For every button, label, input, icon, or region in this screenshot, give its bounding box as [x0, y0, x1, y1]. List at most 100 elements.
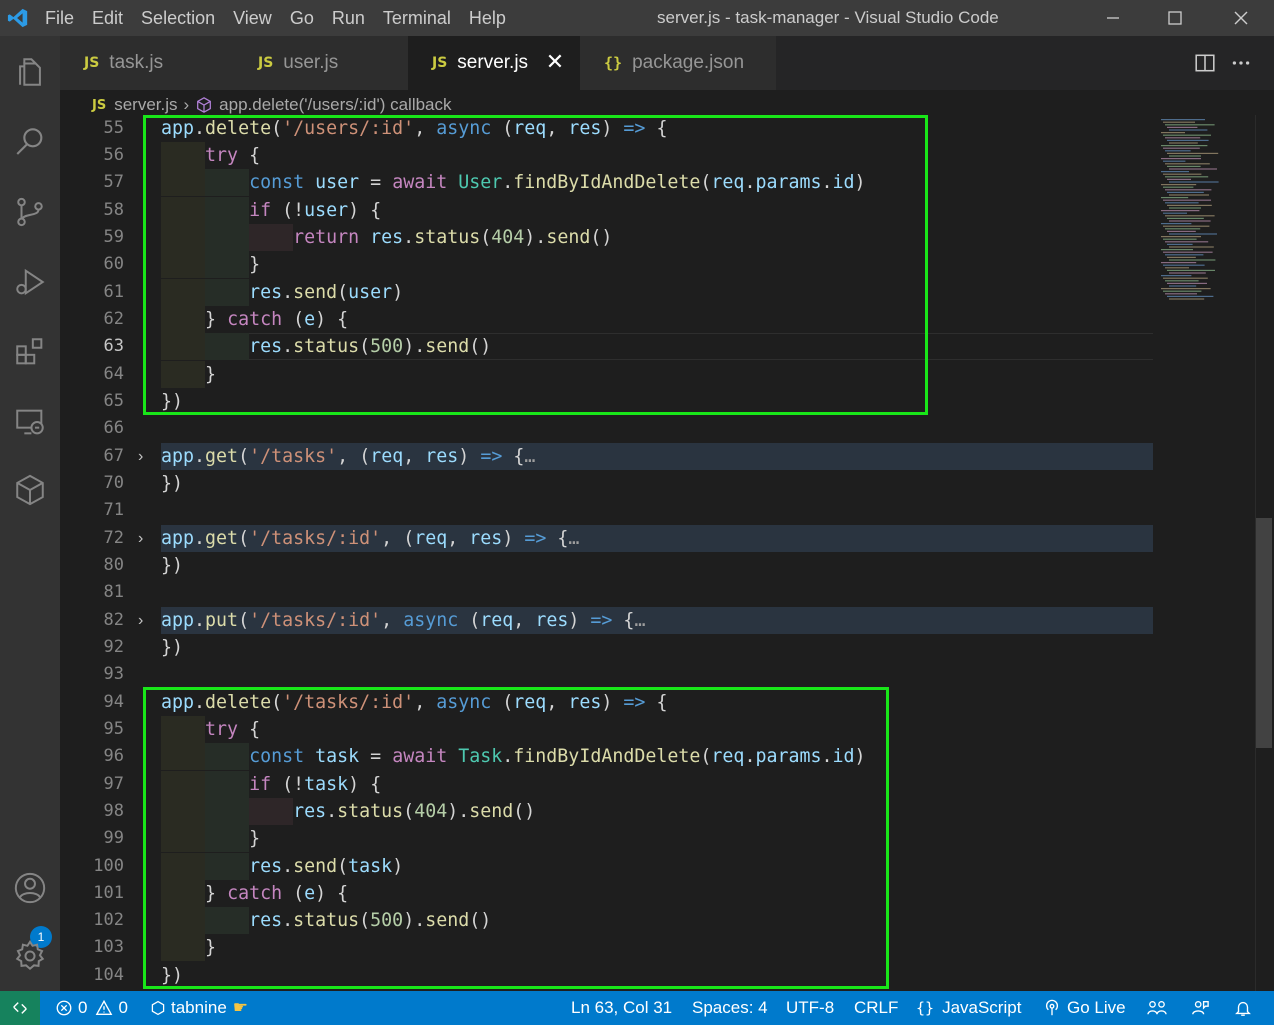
cursor-position[interactable]: Ln 63, Col 31 [571, 991, 672, 1025]
code-line[interactable]: 81 [60, 579, 1160, 606]
menu-go[interactable]: Go [281, 0, 323, 36]
tab-task-js[interactable]: JS task.js [60, 36, 234, 90]
manage-gear-icon[interactable] [0, 926, 60, 986]
source-control-icon[interactable] [0, 182, 60, 242]
tab-server-js[interactable]: JS server.js ✕ [408, 36, 580, 90]
hand-pointer-icon: ☛ [232, 998, 249, 1017]
minimap-line [1163, 277, 1208, 279]
remote-explorer-icon[interactable] [0, 392, 60, 452]
menu-run[interactable]: Run [323, 0, 374, 36]
tab-label: package.json [632, 52, 745, 73]
menu-edit[interactable]: Edit [83, 0, 132, 36]
go-live-button[interactable]: Go Live [1043, 991, 1126, 1025]
split-editor-icon[interactable] [1192, 50, 1218, 76]
close-tab-icon[interactable]: ✕ [544, 51, 566, 73]
minimap-line [1169, 246, 1214, 248]
maximize-button[interactable] [1142, 0, 1208, 36]
extensions-icon[interactable] [0, 322, 60, 382]
braces-icon: {} [916, 999, 935, 1017]
breadcrumb-symbol[interactable]: app.delete('/users/:id') callback [219, 95, 451, 115]
code-line[interactable]: 93 [60, 661, 1160, 688]
menu-selection[interactable]: Selection [132, 0, 224, 36]
minimap-line [1165, 228, 1201, 230]
explorer-icon[interactable] [0, 42, 60, 102]
code-line[interactable]: › 82 app.put('/tasks/:id', async (req, res… [60, 607, 1160, 634]
line-number: 58 [103, 200, 124, 220]
minimap-line [1167, 269, 1215, 271]
code-line[interactable]: › 72 app.get('/tasks/:id', (req, res) => {… [60, 525, 1160, 552]
minimap-line [1169, 272, 1206, 274]
encoding-status[interactable]: UTF-8 [786, 991, 834, 1025]
minimap-line [1169, 155, 1201, 157]
eol-status[interactable]: CRLF [854, 991, 898, 1025]
menu-view[interactable]: View [224, 0, 281, 36]
line-number: 64 [103, 364, 124, 384]
tabnine-status[interactable]: tabnine ☛ [150, 991, 248, 1025]
code-text: app.get('/tasks', (req, res) => {… [161, 446, 536, 467]
menu-bar: File Edit Selection View Go Run Terminal… [36, 0, 515, 36]
line-number: 65 [103, 391, 124, 411]
fold-expand-icon[interactable]: › [138, 607, 154, 634]
minimap-line [1163, 264, 1205, 266]
code-text: }) [161, 555, 184, 576]
minimap-line [1163, 134, 1211, 136]
minimap[interactable] [1157, 115, 1257, 315]
minimap-line [1165, 293, 1197, 295]
activity-bar: 1 [0, 36, 60, 991]
tab-user-js[interactable]: JS user.js [234, 36, 408, 90]
fold-expand-icon[interactable]: › [138, 525, 154, 552]
run-debug-icon[interactable] [0, 252, 60, 312]
minimap-line [1161, 145, 1208, 147]
code-line[interactable]: 80}) [60, 552, 1160, 579]
code-line[interactable]: 70}) [60, 470, 1160, 497]
minimap-line [1163, 147, 1200, 149]
minimap-line [1165, 241, 1209, 243]
minimap-line [1167, 178, 1191, 180]
accounts-icon[interactable] [0, 858, 60, 918]
minimap-line [1161, 158, 1201, 160]
minimap-line [1169, 259, 1216, 261]
minimap-line [1167, 204, 1212, 206]
code-line[interactable]: › 67 app.get('/tasks', (req, res) => {… [60, 443, 1160, 470]
minimap-line [1165, 163, 1210, 165]
minimap-line [1167, 152, 1219, 154]
minimap-line [1169, 142, 1198, 144]
minimap-line [1163, 290, 1202, 292]
menu-terminal[interactable]: Terminal [374, 0, 460, 36]
search-icon[interactable] [0, 112, 60, 172]
problems-indicator[interactable]: 0 0 [55, 991, 128, 1025]
error-count: 0 [78, 998, 88, 1017]
notifications-bell-icon[interactable] [1234, 991, 1252, 1025]
fold-expand-icon[interactable]: › [138, 443, 154, 470]
tab-label: server.js [457, 52, 529, 73]
line-number: 103 [93, 937, 124, 957]
minimap-line [1167, 282, 1207, 284]
language-mode[interactable]: {} JavaScript [916, 991, 1021, 1025]
line-number: 59 [103, 227, 124, 247]
line-number: 82 [103, 610, 124, 630]
scrollbar-thumb[interactable] [1256, 518, 1272, 748]
tab-package-json[interactable]: {} package.json [580, 36, 776, 90]
minimap-line [1161, 223, 1192, 225]
tab-label: user.js [283, 52, 339, 73]
minimap-line [1161, 171, 1189, 173]
minimap-line [1169, 129, 1208, 131]
feedback-icon[interactable] [1191, 991, 1209, 1025]
more-actions-icon[interactable] [1228, 50, 1254, 76]
menu-file[interactable]: File [36, 0, 83, 36]
remote-indicator-icon[interactable] [0, 991, 40, 1025]
breadcrumb-file[interactable]: server.js [114, 95, 177, 115]
menu-help[interactable]: Help [460, 0, 515, 36]
minimap-line [1167, 243, 1193, 245]
code-line[interactable]: 66 [60, 415, 1160, 442]
tabnine-icon[interactable] [0, 460, 60, 520]
minimap-line [1165, 202, 1199, 204]
code-line[interactable]: 71 [60, 497, 1160, 524]
minimap-line [1165, 124, 1215, 126]
live-share-icon[interactable] [1147, 991, 1167, 1025]
minimap-line [1165, 254, 1204, 256]
minimize-button[interactable] [1080, 0, 1146, 36]
indentation-status[interactable]: Spaces: 4 [692, 991, 768, 1025]
code-line[interactable]: 92}) [60, 634, 1160, 661]
close-window-button[interactable] [1208, 0, 1274, 36]
